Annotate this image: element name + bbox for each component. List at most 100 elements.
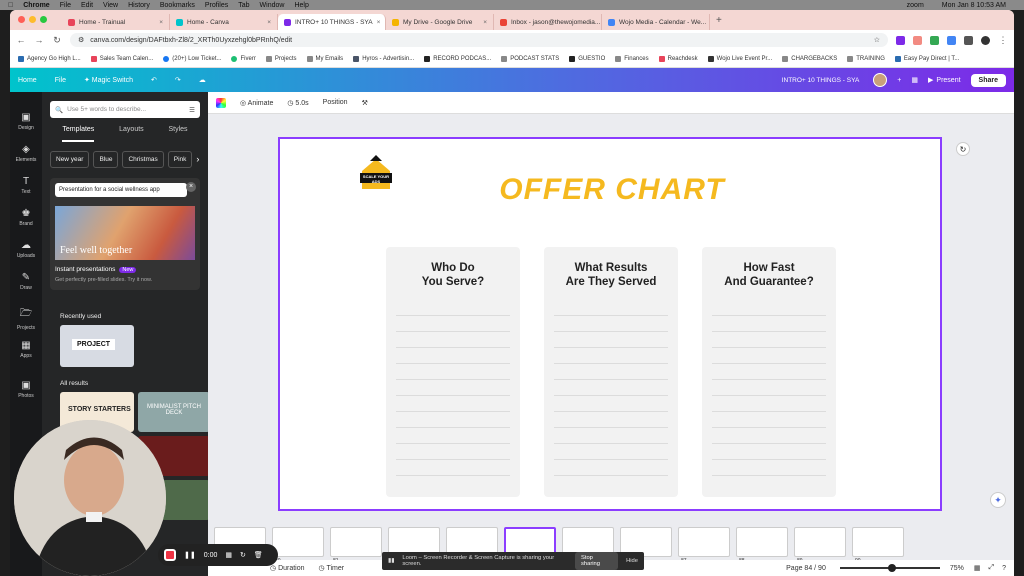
site-info-icon[interactable]: ⚙ [78,36,84,44]
close-icon[interactable]: × [186,182,196,192]
bookmark[interactable]: PODCAST STATS [501,55,559,62]
url-bar[interactable]: ⚙ canva.com/design/DAFtbxh-Zl8/2_XRTh0Uy… [70,33,888,47]
slide-title[interactable]: OFFER CHART [280,173,944,207]
tab-trainual[interactable]: Home - Trainual × [62,14,170,30]
new-tab-button[interactable]: + [710,14,728,30]
close-tab-icon[interactable]: × [159,19,163,26]
chevron-right-icon[interactable]: › [196,151,199,168]
grid-icon[interactable]: ▦ [225,551,232,559]
grid-view-icon[interactable]: ▦ [974,564,981,572]
paint-format-icon[interactable]: ⚒ [362,99,368,107]
bookmark[interactable]: GUESTIO [569,55,605,62]
rail-item-text[interactable]: T Text [10,176,42,195]
page-thumb[interactable]: 87 [678,527,730,564]
menu-history[interactable]: History [128,2,150,9]
reload-icon[interactable]: ↻ [52,35,62,46]
close-tab-icon[interactable]: × [267,19,271,26]
tab-calendar[interactable]: Wojo Media - Calendar - We...× [602,14,710,30]
trash-icon[interactable]: 🗑 [254,551,263,559]
stop-recording-button[interactable] [164,549,176,561]
zoom-slider[interactable] [839,564,940,572]
forward-icon[interactable]: → [34,35,44,45]
extension-icon[interactable] [947,35,956,45]
instant-presentations-card[interactable]: Presentation for a social wellness app ×… [50,178,200,290]
offer-column-guarantee[interactable]: How Fast And Guarantee? [702,247,836,497]
bookmark[interactable]: TRAINING [847,55,885,62]
rail-item-brand[interactable]: ♚ Brand [10,208,42,227]
duration-toggle[interactable]: ◷ Duration [270,564,305,572]
undo-icon[interactable]: ↶ [151,76,157,84]
rail-item-uploads[interactable]: ☁ Uploads [10,240,42,259]
zoom-status[interactable]: zoom [907,2,924,9]
back-icon[interactable]: ← [16,35,26,45]
menu-view[interactable]: View [103,2,118,9]
tab-inbox[interactable]: Inbox - jason@thewojomedia...× [494,14,602,30]
hide-button[interactable]: Hide [626,558,638,564]
chip-christmas[interactable]: Christmas [122,151,164,168]
cloud-saved-icon[interactable]: ☁ [199,76,206,84]
slide-page[interactable]: SCALE YOUR ADS OFFER CHART Who Do You Ser… [278,137,942,511]
menu-tab[interactable]: Tab [238,2,249,9]
tab-layouts[interactable]: Layouts [119,126,144,142]
tab-styles[interactable]: Styles [169,126,188,142]
extension-icon[interactable] [896,35,905,45]
add-collaborator-icon[interactable]: + [897,77,901,84]
magic-sparkle-icon[interactable]: ✦ [990,492,1006,508]
rail-item-design[interactable]: ▣ Design [10,112,42,131]
bookmark[interactable]: Wojo Live Event Pr... [707,55,772,62]
zoom-slider-handle[interactable] [887,564,896,572]
page-thumb[interactable]: 88 [736,527,788,564]
document-title[interactable]: INTRO+ 10 THINGS - SYA [782,77,860,84]
menu-window[interactable]: Window [260,2,285,9]
recent-template-thumb[interactable]: PROJECT [60,325,134,367]
bookmark-star-icon[interactable]: ☆ [874,36,880,44]
restart-icon[interactable]: ↻ [240,551,246,559]
filter-icon[interactable]: ☰ [189,106,195,114]
redo-icon[interactable]: ↷ [175,76,181,84]
fullscreen-icon[interactable]: ⤢ [988,564,994,572]
stats-icon[interactable]: ▦ [911,76,918,84]
share-button[interactable]: Share [970,73,1006,87]
menu-help[interactable]: Help [294,2,308,9]
bookmark[interactable]: Easy Pay Direct | T... [894,55,959,62]
offer-column-who[interactable]: Who Do You Serve? [386,247,520,497]
bookmark[interactable]: Hyros - Advertisin... [353,55,414,62]
menu-bookmarks[interactable]: Bookmarks [160,2,195,9]
stop-sharing-button[interactable]: Stop sharing [574,552,619,570]
chip-pink[interactable]: Pink [167,151,193,168]
bookmark[interactable]: Reachdesk [658,55,698,62]
maximize-window-icon[interactable] [40,16,47,23]
duration-button[interactable]: ◷ 5.0s [287,99,308,107]
page-thumb[interactable]: 89 [794,527,846,564]
bookmark[interactable]: Sales Team Calen... [90,55,153,62]
menu-file[interactable]: File [60,2,71,9]
apple-icon[interactable]:  [8,2,13,9]
bookmark[interactable]: Fiverr [231,55,256,62]
page-thumb[interactable]: 81 [330,527,382,564]
page-thumb[interactable]: 90 [852,527,904,564]
rail-item-elements[interactable]: ◈ Elements [10,144,42,163]
bookmark[interactable]: (20+) Low Ticket... [163,55,221,62]
webcam-bubble[interactable] [14,420,166,576]
home-menu[interactable]: Home [18,77,37,84]
present-button[interactable]: ▶ Present [928,76,961,85]
refresh-icon[interactable]: ↻ [956,142,970,156]
rail-item-draw[interactable]: ✎ Draw [10,272,42,291]
file-menu[interactable]: File [55,77,66,84]
close-tab-icon[interactable]: × [483,19,487,26]
close-tab-icon[interactable]: × [377,19,381,26]
menu-edit[interactable]: Edit [81,2,93,9]
more-menu-icon[interactable]: ⋮ [998,35,1008,46]
bookmark[interactable]: CHARGEBACKS [782,55,837,62]
tab-intro-design[interactable]: INTRO+ 10 THINGS - SYA × [278,14,386,30]
extensions-puzzle-icon[interactable] [964,35,973,45]
help-icon[interactable]: ? [1002,565,1006,572]
tab-google-drive[interactable]: My Drive - Google Drive × [386,14,494,30]
tab-canva-home[interactable]: Home - Canva × [170,14,278,30]
animate-button[interactable]: ◎ Animate [240,99,273,107]
rail-item-apps[interactable]: ▦ Apps [10,340,42,359]
bookmark[interactable]: Projects [265,55,297,62]
tab-templates[interactable]: Templates [62,126,95,142]
position-button[interactable]: Position [323,99,348,106]
avatar[interactable] [873,73,888,87]
